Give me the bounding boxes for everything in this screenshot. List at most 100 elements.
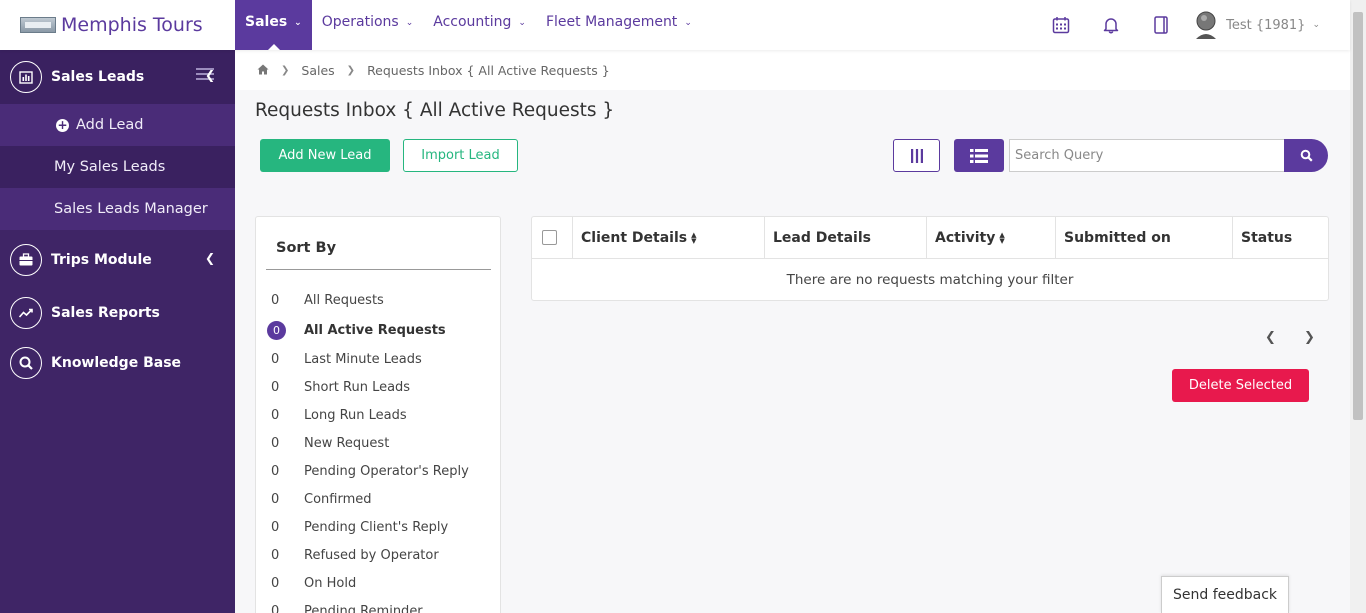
chevron-left-icon[interactable]: ❮ <box>1265 330 1276 345</box>
sidebar-section-trips-module[interactable]: Trips Module ❮ <box>0 234 235 286</box>
sort-label: Long Run Leads <box>304 407 407 423</box>
breadcrumb-sales[interactable]: Sales <box>301 63 334 78</box>
user-menu[interactable]: Test {1981} ⌄ <box>1186 11 1350 39</box>
sort-label: All Active Requests <box>304 322 446 338</box>
sort-title: Sort By <box>276 240 337 256</box>
list-view-button[interactable] <box>954 139 1004 172</box>
sort-count: 0 <box>271 407 280 423</box>
top-icons: Test {1981} ⌄ <box>1036 0 1350 50</box>
header-submitted-on: Submitted on <box>1056 217 1233 258</box>
sort-item-on-hold[interactable]: 0 On Hold <box>256 569 500 597</box>
nav-operations[interactable]: Operations ⌄ <box>312 0 424 50</box>
columns-view-button[interactable] <box>893 139 940 172</box>
sidebar-knowledge-base-label: Knowledge Base <box>51 355 182 371</box>
nav-fleet-management[interactable]: Fleet Management ⌄ <box>536 0 702 50</box>
header-client-details[interactable]: Client Details ▲ ▼ <box>573 217 765 258</box>
home-icon[interactable] <box>257 63 269 78</box>
search-button[interactable] <box>1284 139 1328 172</box>
header-activity[interactable]: Activity ▲ ▼ <box>927 217 1056 258</box>
delete-selected-button[interactable]: Delete Selected <box>1172 369 1309 402</box>
sort-item-pending-reminder[interactable]: 0 Pending Reminder <box>256 597 500 613</box>
sort-item-all-active-requests[interactable]: 0 All Active Requests <box>256 315 500 345</box>
select-all-cell <box>532 217 573 258</box>
avatar <box>1196 11 1217 39</box>
breadcrumb-current: Requests Inbox { All Active Requests } <box>367 62 610 78</box>
nav-accounting[interactable]: Accounting ⌄ <box>423 0 536 50</box>
chevron-down-icon: ⌄ <box>1312 20 1320 30</box>
sort-panel: Sort By 0 All Requests 0 All Active Reques… <box>255 216 501 613</box>
sort-list: 0 All Requests 0 All Active Requests 0 Last… <box>256 285 500 613</box>
sort-label: Refused by Operator <box>304 547 439 563</box>
sort-icon: ▲ ▼ <box>691 230 697 245</box>
nav-accounting-label: Accounting <box>433 14 512 30</box>
header-label: Status <box>1241 229 1293 246</box>
page-title: Requests Inbox { All Active Requests } <box>255 100 615 121</box>
chevron-right-icon: ❯ <box>346 64 356 76</box>
nav-sales[interactable]: Sales ⌄ <box>235 0 312 50</box>
notebook-icon[interactable] <box>1136 0 1186 50</box>
columns-icon <box>910 148 923 163</box>
search-input[interactable] <box>1009 139 1284 172</box>
sort-item-short-run-leads[interactable]: 0 Short Run Leads <box>256 373 500 401</box>
sidebar-item-sales-leads-manager[interactable]: Sales Leads Manager <box>0 188 235 230</box>
main-nav: Sales ⌄ Operations ⌄ Accounting ⌄ Fleet Man… <box>235 0 702 50</box>
divider <box>266 269 491 270</box>
calendar-icon[interactable] <box>1036 0 1086 50</box>
brand-logo <box>20 17 56 33</box>
add-new-lead-button[interactable]: Add New Lead <box>260 139 390 172</box>
requests-table: Client Details ▲ ▼ Lead Details Activity ▲ ▼… <box>531 216 1329 301</box>
sort-count: 0 <box>271 547 280 563</box>
sort-count: 0 <box>271 435 280 451</box>
chevron-right-icon: ❯ <box>281 64 290 76</box>
chevron-down-icon: ⌄ <box>684 18 692 28</box>
sidebar-section-knowledge-base[interactable]: Knowledge Base <box>0 340 235 386</box>
list-icon <box>970 148 988 163</box>
sort-count: 0 <box>271 351 280 367</box>
brand-name: Memphis Tours <box>61 14 203 36</box>
sidebar-item-my-sales-leads[interactable]: My Sales Leads <box>0 146 235 188</box>
chevron-down-icon: ⌄ <box>405 18 414 28</box>
header-label: Client Details <box>581 229 688 246</box>
nav-operations-label: Operations <box>321 14 399 30</box>
sidebar: Sales Leads ❮ + Add Lead My Sales Leads S… <box>0 50 235 613</box>
sort-label: Last Minute Leads <box>304 351 422 367</box>
sidebar-item-label: Sales Leads Manager <box>54 201 208 217</box>
scrollbar-thumb[interactable] <box>1353 12 1363 420</box>
sort-label: Pending Operator's Reply <box>304 463 469 479</box>
sidebar-section-sales-leads[interactable]: Sales Leads ❮ <box>0 50 235 104</box>
sort-count: 0 <box>271 292 280 308</box>
sort-item-long-run-leads[interactable]: 0 Long Run Leads <box>256 401 500 429</box>
brand[interactable]: Memphis Tours <box>0 0 235 50</box>
search-icon <box>1300 149 1313 162</box>
sort-item-pending-clients-reply[interactable]: 0 Pending Client's Reply <box>256 513 500 541</box>
send-feedback-button[interactable]: Send feedback <box>1161 576 1289 613</box>
top-bar: Memphis Tours Sales ⌄ Operations ⌄ Account… <box>0 0 1350 50</box>
chevron-left-icon: ❮ <box>204 68 215 82</box>
sort-count: 0 <box>271 463 280 479</box>
sort-label: Short Run Leads <box>304 379 411 395</box>
sort-item-last-minute-leads[interactable]: 0 Last Minute Leads <box>256 345 500 373</box>
chevron-left-icon: ❮ <box>204 251 215 265</box>
sort-item-pending-operators-reply[interactable]: 0 Pending Operator's Reply <box>256 457 500 485</box>
sort-item-confirmed[interactable]: 0 Confirmed <box>256 485 500 513</box>
nav-sales-label: Sales <box>245 14 288 30</box>
select-all-checkbox[interactable] <box>542 230 557 245</box>
sidebar-item-label: My Sales Leads <box>54 159 166 175</box>
empty-message: There are no requests matching your filt… <box>786 271 1074 288</box>
sort-item-new-request[interactable]: 0 New Request <box>256 429 500 457</box>
sort-count: 0 <box>271 491 280 507</box>
sort-item-all-requests[interactable]: 0 All Requests <box>256 285 500 315</box>
search-icon <box>10 347 42 379</box>
sort-count: 0 <box>271 603 280 613</box>
sort-item-refused-by-operator[interactable]: 0 Refused by Operator <box>256 541 500 569</box>
chevron-right-icon[interactable]: ❯ <box>1304 330 1315 345</box>
header-status: Status <box>1233 217 1328 258</box>
scrollbar[interactable] <box>1350 0 1366 613</box>
sidebar-section-sales-reports[interactable]: Sales Reports <box>0 286 235 340</box>
sidebar-item-add-lead[interactable]: + Add Lead <box>0 104 235 146</box>
user-name: Test {1981} <box>1226 17 1306 33</box>
sidebar-subitems: + Add Lead My Sales Leads Sales Leads Man… <box>0 104 235 230</box>
bell-icon[interactable] <box>1086 0 1136 50</box>
sort-count-badge: 0 <box>267 320 286 340</box>
import-lead-button[interactable]: Import Lead <box>403 139 518 172</box>
